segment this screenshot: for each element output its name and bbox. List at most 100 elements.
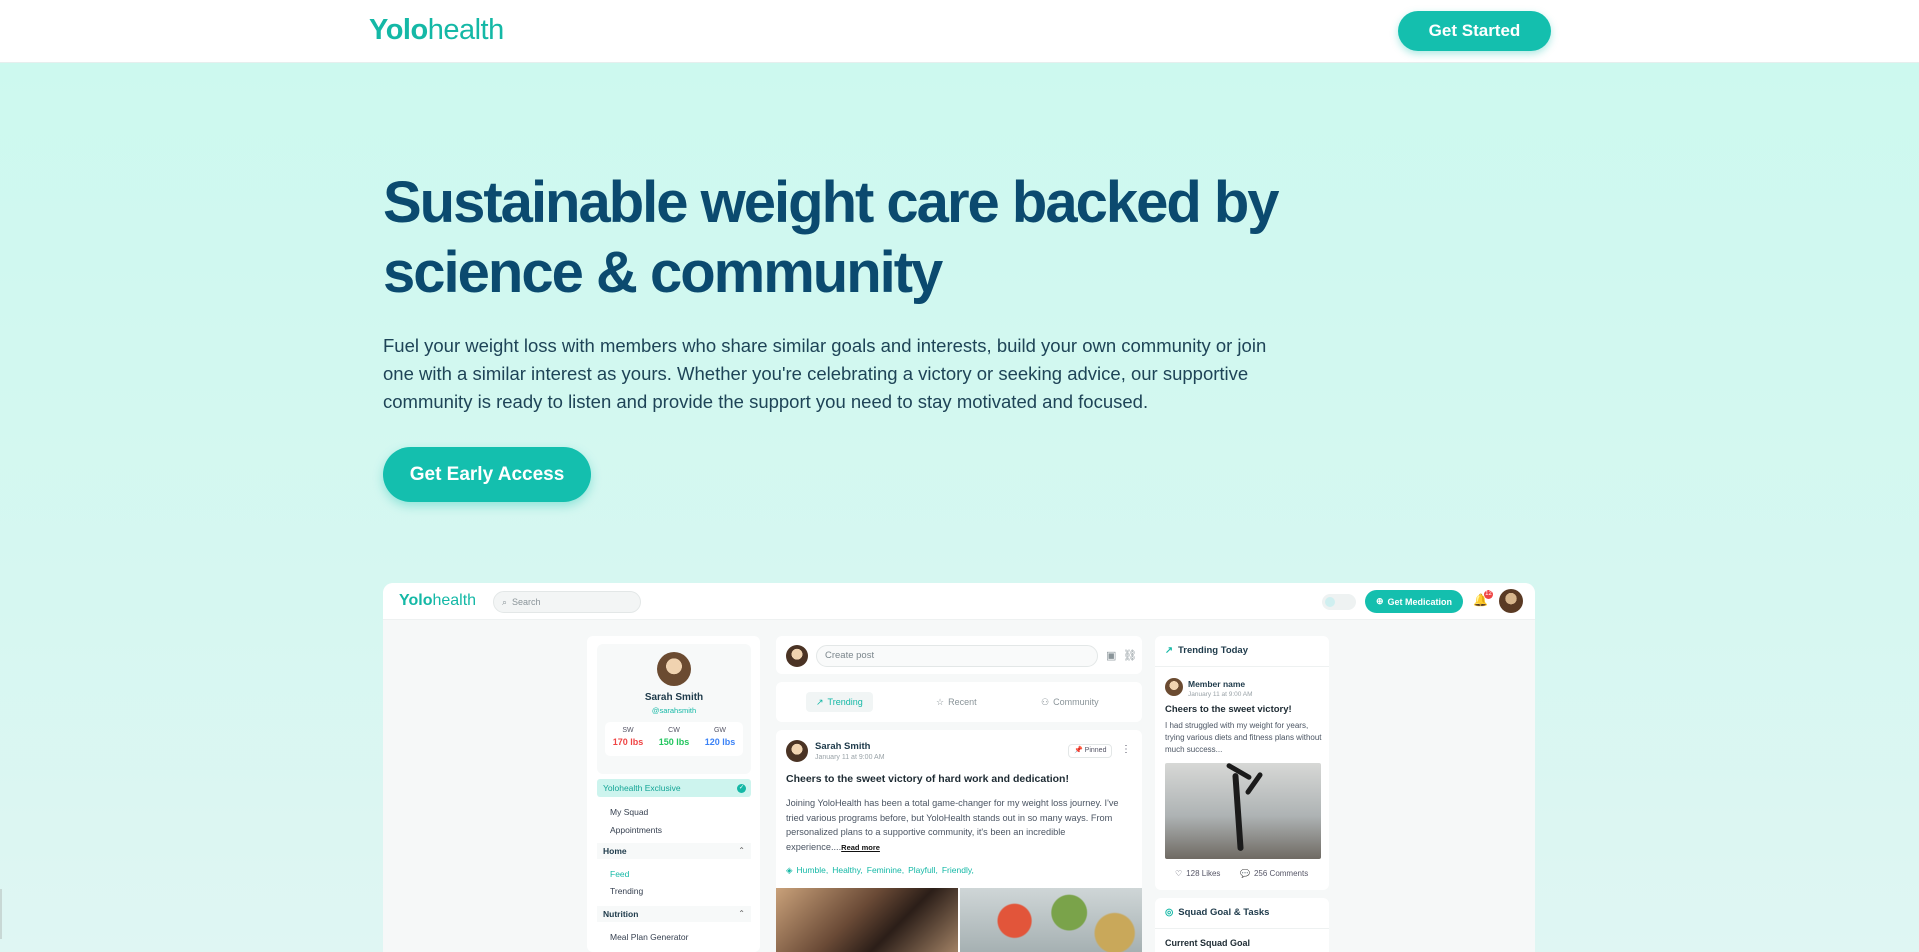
likes-count: 128 Likes [1186, 869, 1221, 878]
app-brand-logo[interactable]: Yolohealth [399, 592, 476, 610]
post-image-food[interactable] [960, 888, 1142, 952]
trending-today-card: ↗ Trending Today Member name January 11 a… [1155, 636, 1329, 890]
post-title: Cheers to the sweet victory of hard work… [786, 773, 1069, 785]
sidebar-item-my-squad[interactable]: My Squad [610, 807, 648, 817]
post-tag[interactable]: Humble, [797, 865, 829, 876]
tab-label: Recent [948, 697, 977, 707]
post-image-woman[interactable] [776, 888, 958, 952]
sidebar-item-appointments[interactable]: Appointments [610, 825, 662, 835]
sidebar-section-home[interactable]: Home ⌃ [597, 843, 751, 859]
app-header: Yolohealth ⌕ Search ⊕ Get Medication 🔔 12 [383, 583, 1535, 620]
sidebar-section-nutrition[interactable]: Nutrition ⌃ [597, 906, 751, 922]
brand-light: health [427, 14, 505, 46]
pinned-label: Pinned [1084, 747, 1107, 754]
squad-heading-label: Squad Goal & Tasks [1178, 907, 1270, 918]
star-icon: ☆ [936, 696, 945, 707]
profile-card: Sarah Smith @sarahsmith SW 170 lbs CW 150 … [597, 644, 751, 774]
comments-count: 256 Comments [1253, 869, 1309, 878]
tab-label: Trending [827, 697, 863, 707]
feed-post: Sarah Smith January 11 at 9:00 AM 📌 Pinn… [776, 730, 1142, 952]
app-search-input[interactable]: ⌕ Search [493, 591, 641, 613]
sidebar-item-trending[interactable]: Trending [610, 886, 643, 896]
profile-avatar[interactable] [657, 652, 691, 686]
divider [1155, 928, 1329, 929]
search-placeholder: Search [512, 597, 541, 607]
chevron-up-icon: ⌃ [738, 846, 745, 855]
tag-icon: ◈ [786, 865, 793, 875]
link-icon[interactable]: ⛓ [1123, 649, 1137, 662]
toggle-knob-icon [1325, 597, 1335, 607]
tab-recent[interactable]: ☆ Recent [926, 692, 987, 712]
post-tag[interactable]: Healthy, [832, 865, 863, 876]
post-author-name[interactable]: Sarah Smith [815, 741, 870, 752]
post-tags: ◈ Humble, Healthy, Feminine, Playfull, F… [786, 865, 974, 876]
squad-goal-card: ◎ Squad Goal & Tasks Current Squad Goal [1155, 898, 1329, 952]
stat-label: SW [622, 727, 634, 734]
get-medication-button[interactable]: ⊕ Get Medication [1365, 590, 1463, 613]
target-icon: ◎ [1165, 907, 1174, 918]
create-post-input[interactable]: Create post [816, 645, 1098, 667]
sidebar-item-label: Yolohealth Exclusive [603, 783, 681, 793]
user-avatar[interactable] [1499, 589, 1523, 613]
get-started-button[interactable]: Get Started [1398, 11, 1551, 51]
feed-tabs: ↗ Trending ☆ Recent ⚇ Community [776, 682, 1142, 722]
read-more-link[interactable]: Read more [841, 843, 880, 852]
get-early-access-button[interactable]: Get Early Access [383, 447, 591, 502]
squad-goal-heading: ◎ Squad Goal & Tasks [1165, 907, 1269, 918]
comments-button[interactable]: 💬 256 Comments [1240, 869, 1308, 878]
get-medication-label: Get Medication [1387, 596, 1453, 607]
likes-button[interactable]: ♡ 128 Likes [1175, 869, 1220, 878]
trending-today-heading: ↗ Trending Today [1165, 645, 1248, 656]
sidebar-item-feed[interactable]: Feed [610, 869, 629, 879]
brand-bold: Yolo [369, 14, 428, 46]
current-squad-goal: Current Squad Goal [1165, 938, 1251, 948]
stat-value: 170 lbs [612, 737, 644, 747]
trending-icon: ↗ [816, 696, 824, 707]
yoga-figure [1232, 772, 1244, 852]
bell-icon[interactable]: 🔔 12 [1473, 590, 1493, 609]
sidebar-section-label: Home [603, 846, 627, 856]
hero-subtext: Fuel your weight loss with members who s… [383, 335, 1267, 412]
top-nav: Yolohealth Get Started [0, 0, 1919, 63]
plus-circle-icon: ⊕ [1375, 596, 1384, 606]
pinned-badge: 📌 Pinned [1068, 744, 1113, 758]
brand-logo[interactable]: Yolohealth [369, 14, 504, 47]
sidebar-item-meal-plan[interactable]: Meal Plan Generator [610, 932, 688, 942]
stat-value: 150 lbs [658, 737, 690, 747]
trending-image-yoga[interactable] [1165, 763, 1321, 859]
hero-headline: Sustainable weight care backed by scienc… [383, 170, 1280, 305]
notification-badge: 12 [1484, 590, 1493, 599]
weight-stats: SW 170 lbs CW 150 lbs GW 120 lbs [605, 722, 743, 756]
trending-body: I had struggled with my weight for years… [1165, 721, 1322, 754]
heart-icon: ♡ [1175, 869, 1183, 878]
post-tag[interactable]: Feminine, [867, 865, 904, 876]
member-name[interactable]: Member name [1188, 679, 1245, 689]
trending-title[interactable]: Cheers to the sweet victory! [1165, 704, 1292, 715]
sidebar-section-label: Nutrition [603, 909, 639, 919]
tab-trending[interactable]: ↗ Trending [806, 692, 873, 712]
app-brand-light: health [432, 592, 477, 609]
profile-handle[interactable]: @sarahsmith [597, 706, 751, 715]
post-tag[interactable]: Playfull, [908, 865, 938, 876]
stat-label: CW [668, 727, 680, 734]
trending-heading-label: Trending Today [1177, 645, 1248, 656]
image-icon[interactable]: ▣ [1106, 649, 1116, 662]
app-brand-bold: Yolo [399, 592, 433, 609]
scroll-edge [0, 889, 2, 939]
yoga-figure-arm [1225, 763, 1253, 781]
more-options-icon[interactable]: ⋮ [1121, 744, 1131, 755]
tab-community[interactable]: ⚇ Community [1031, 692, 1109, 712]
search-icon: ⌕ [502, 596, 508, 607]
theme-toggle[interactable] [1322, 594, 1356, 610]
check-icon: ✓ [737, 784, 746, 793]
post-author-avatar[interactable] [786, 740, 808, 762]
sidebar-item-exclusive[interactable]: Yolohealth Exclusive ✓ [597, 779, 751, 797]
post-tag[interactable]: Friendly, [942, 865, 974, 876]
chevron-up-icon: ⌃ [738, 909, 745, 918]
people-icon: ⚇ [1041, 696, 1050, 707]
post-body: Joining YoloHealth has been a total game… [786, 796, 1132, 855]
stat-cw: CW 150 lbs [651, 722, 697, 756]
member-avatar[interactable] [1165, 678, 1183, 696]
stat-sw: SW 170 lbs [605, 722, 651, 756]
stat-value: 120 lbs [704, 737, 736, 747]
